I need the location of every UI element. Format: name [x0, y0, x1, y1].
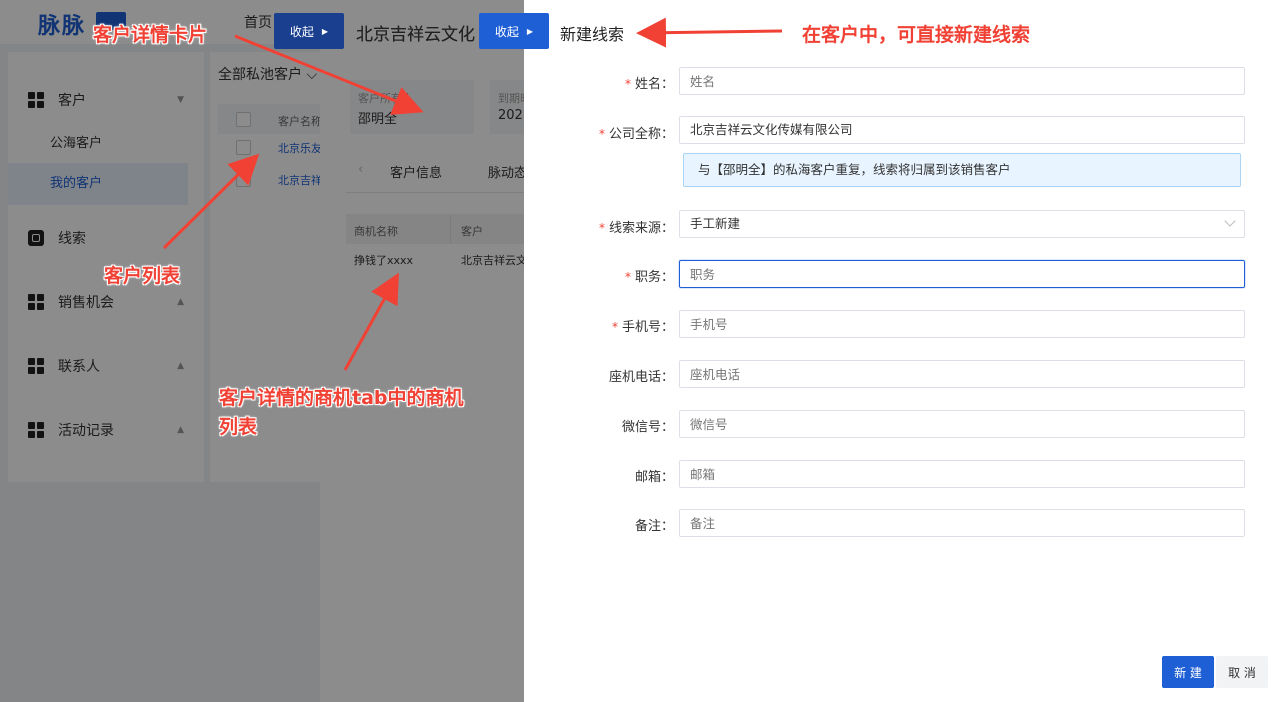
- wechat-input[interactable]: [679, 410, 1245, 438]
- cancel-button[interactable]: 取 消: [1216, 656, 1268, 688]
- annotation-opportunity-list-line2: 列表: [219, 416, 258, 438]
- collapse-detail-button[interactable]: 收起 ▶: [274, 13, 344, 49]
- source-select-value: 手工新建: [690, 216, 741, 231]
- name-input[interactable]: [679, 67, 1245, 95]
- customer-detail-title-visible: 北京吉祥云文化: [356, 25, 475, 45]
- annotation-new-clue: 在客户中，可直接新建线索: [802, 24, 1031, 46]
- mobile-label: * 手机号：: [611, 320, 674, 335]
- annotation-customer-list: 客户列表: [104, 265, 181, 287]
- position-label: * 职务：: [624, 270, 674, 285]
- chevron-down-icon: [1224, 215, 1236, 227]
- company-label: * 公司全称：: [598, 127, 674, 142]
- remark-input[interactable]: [679, 509, 1245, 537]
- duplicate-notice: 与【邵明全】的私海客户重复，线索将归属到该销售客户: [683, 153, 1241, 187]
- submit-button[interactable]: 新 建: [1162, 656, 1214, 688]
- form-title: 新建线索: [560, 25, 625, 44]
- collapse-form-button[interactable]: 收起 ▶: [479, 13, 549, 49]
- wechat-label: 微信号：: [621, 420, 674, 435]
- landline-label: 座机电话：: [608, 370, 674, 385]
- caret-right-icon: ▶: [526, 26, 534, 36]
- company-input[interactable]: 北京吉祥云文化传媒有限公司: [679, 116, 1245, 144]
- mobile-input[interactable]: [679, 310, 1245, 338]
- new-clue-drawer: 新建线索 *姓名： *公司全称： 北京吉祥云文化传媒有限公司 与【邵明全】的私海…: [524, 0, 1280, 702]
- email-input[interactable]: [679, 460, 1245, 488]
- modal-mask: [0, 0, 524, 702]
- annotation-detail-card: 客户详情卡片: [93, 24, 208, 46]
- source-label: * 线索来源：: [598, 221, 674, 236]
- source-select[interactable]: 手工新建: [679, 210, 1245, 238]
- name-label: * 姓名：: [624, 77, 674, 92]
- position-input[interactable]: [679, 260, 1245, 288]
- caret-right-icon: ▶: [321, 26, 329, 36]
- email-label: 邮箱：: [634, 470, 674, 485]
- remark-label: 备注：: [634, 519, 674, 534]
- landline-input[interactable]: [679, 360, 1245, 388]
- annotation-opportunity-list-line1: 客户详情的商机tab中的商机: [219, 387, 464, 409]
